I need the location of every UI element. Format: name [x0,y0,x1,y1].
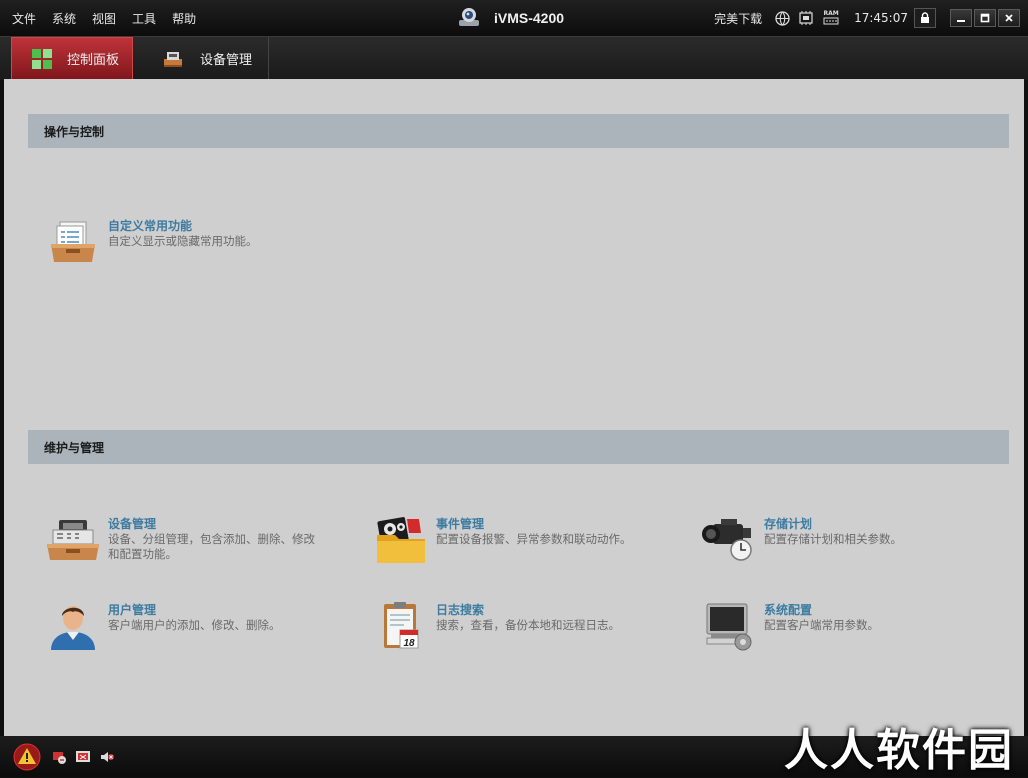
item-title: 存储计划 [764,517,813,531]
feature-storage-schedule[interactable]: 存储计划 配置存储计划和相关参数。 [700,514,976,566]
alarm-warning-icon[interactable] [13,743,41,774]
feature-log-search[interactable]: 18 日志搜索 搜索，查看，备份本地和远程日志。 [372,600,648,652]
feature-system-config[interactable]: 系统配置 配置客户端常用参数。 [700,600,976,652]
item-title: 用户管理 [108,603,157,617]
current-user[interactable]: 完美下载 [714,10,762,27]
ram-icon: RAM [822,10,840,26]
item-description: 配置设备报警、异常参数和联动动作。 [436,532,632,546]
maximize-button[interactable] [974,9,996,27]
item-description: 配置存储计划和相关参数。 [764,532,902,546]
video-status-icon[interactable] [75,749,91,768]
tab-control-panel[interactable]: 控制面板 [11,37,133,80]
log-clipboard-icon: 18 [372,600,430,652]
status-bar: 人人软件园 [0,725,1028,777]
tab-bar: 控制面板 设备管理 [0,36,1028,80]
item-description: 配置客户端常用参数。 [764,618,879,632]
log-date-badge: 18 [403,638,415,649]
item-description: 客户端用户的添加、修改、删除。 [108,618,281,632]
app-title-area: iVMS-4200 [456,6,564,30]
app-title: iVMS-4200 [494,10,565,26]
menu-view[interactable]: 视图 [84,0,124,38]
menu-system[interactable]: 系统 [44,0,84,38]
section-header-maintenance: 维护与管理 [28,430,1009,464]
record-status-icon[interactable] [51,749,67,768]
feature-user-management[interactable]: 用户管理 客户端用户的添加、修改、删除。 [44,600,320,652]
minimize-icon [957,20,965,22]
menu-bar: 文件 系统 视图 工具 帮助 [4,0,204,38]
control-panel-main: 操作与控制 自定义常用功能 自定义显示或隐藏常用功能。 维护与管理 设备管理 设… [4,79,1024,736]
item-description: 搜索，查看，备份本地和远程日志。 [436,618,620,632]
camera-clock-icon [700,514,758,566]
cpu-icon [798,10,814,26]
network-globe-icon [774,10,790,26]
tab-label: 设备管理 [200,53,253,68]
close-icon [1005,14,1013,22]
feature-event-management[interactable]: 事件管理 配置设备报警、异常参数和联动动作。 [372,514,648,566]
feature-device-management[interactable]: 设备管理 设备、分组管理，包含添加、删除、修改和配置功能。 [44,514,320,566]
menu-file[interactable]: 文件 [4,0,44,38]
item-description: 自定义显示或隐藏常用功能。 [108,234,258,248]
item-title: 设备管理 [108,517,157,531]
device-management-icon [164,51,182,67]
user-icon [44,600,102,652]
device-icon [44,514,102,566]
lock-button[interactable] [914,8,936,28]
audio-mute-icon[interactable] [99,749,115,768]
lock-icon [921,12,929,23]
menu-tools[interactable]: 工具 [124,0,164,38]
tab-label: 控制面板 [67,53,120,68]
item-description: 设备、分组管理，包含添加、删除、修改和配置功能。 [108,532,315,561]
customize-icon [44,216,102,268]
system-tray: 完美下载 RAM 17:45:07 [714,0,1028,36]
clock: 17:45:07 [854,11,908,25]
item-title: 日志搜索 [436,603,485,617]
menu-help[interactable]: 帮助 [164,0,204,38]
event-folder-icon [372,514,430,566]
app-logo-icon [456,6,482,31]
monitor-gear-icon [700,600,758,652]
item-title: 事件管理 [436,517,485,531]
item-title: 自定义常用功能 [108,219,193,233]
tab-device-management[interactable]: 设备管理 [138,37,269,80]
title-bar: 文件 系统 视图 工具 帮助 iVMS-4200 完美下载 RAM 17:45:… [0,0,1028,36]
minimize-button[interactable] [950,9,972,27]
maximize-icon [980,13,990,23]
feature-customize[interactable]: 自定义常用功能 自定义显示或隐藏常用功能。 [44,216,320,268]
watermark: 人人软件园 [784,725,1014,776]
control-panel-grid-icon [32,48,52,69]
close-button[interactable] [998,9,1020,27]
section-header-operation: 操作与控制 [28,114,1009,148]
item-title: 系统配置 [764,603,813,617]
